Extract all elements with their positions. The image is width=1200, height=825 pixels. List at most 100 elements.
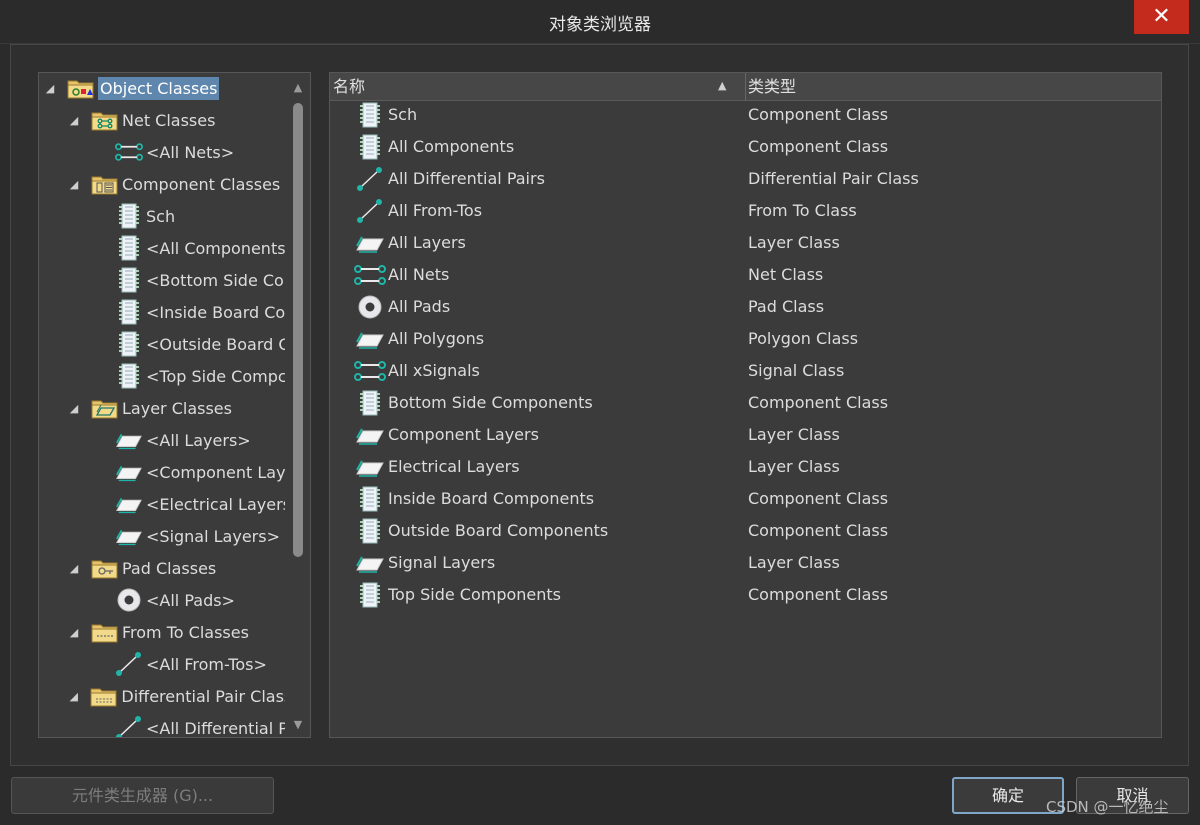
diffpair-icon: [354, 167, 386, 191]
expand-toggle-icon[interactable]: ◢: [67, 690, 80, 703]
layer-icon: [354, 455, 386, 479]
tree-item[interactable]: <All Differential Pa: [115, 713, 285, 737]
net-icon: [115, 140, 143, 164]
tree-item[interactable]: <All Components: [115, 233, 285, 263]
class-tree[interactable]: ▲ ▼ ◢ Object Classes ◢ Net Classes <All Ne…: [38, 72, 311, 738]
layer-icon: [354, 423, 386, 447]
class-name: All Layers: [388, 233, 466, 252]
expand-toggle-icon[interactable]: ◢: [67, 402, 81, 415]
component-icon: [115, 299, 143, 325]
class-type: Signal Class: [748, 361, 845, 380]
tree-item[interactable]: <All Nets>: [115, 137, 285, 167]
tree-item[interactable]: <Outside Board C: [115, 329, 285, 359]
title-bar: 对象类浏览器 ✕: [0, 0, 1200, 44]
component-icon: [115, 235, 143, 261]
list-row[interactable]: All Differential Pairs Differential Pair …: [330, 163, 1161, 195]
close-button[interactable]: ✕: [1134, 0, 1189, 34]
class-type: Layer Class: [748, 553, 840, 572]
tree-item[interactable]: Sch: [115, 201, 285, 231]
list-row[interactable]: All Polygons Polygon Class: [330, 323, 1161, 355]
tree-item[interactable]: <Top Side Compc: [115, 361, 285, 391]
list-row[interactable]: All Components Component Class: [330, 131, 1161, 163]
class-generator-button[interactable]: 元件类生成器 (G)...: [11, 777, 274, 814]
component-icon: [354, 582, 386, 608]
tree-item[interactable]: <All Pads>: [115, 585, 285, 615]
list-row[interactable]: All Layers Layer Class: [330, 227, 1161, 259]
class-name: Component Layers: [388, 425, 539, 444]
net-icon: [354, 359, 386, 383]
fromto-icon: [354, 199, 386, 223]
tree-item[interactable]: <Bottom Side Cor: [115, 265, 285, 295]
tree-group[interactable]: ◢ Layer Classes: [67, 393, 285, 423]
class-name: All xSignals: [388, 361, 480, 380]
list-row[interactable]: Component Layers Layer Class: [330, 419, 1161, 451]
layer-icon: [354, 231, 386, 255]
tree-item-label: <All Pads>: [146, 590, 235, 610]
scroll-down-icon[interactable]: ▼: [292, 718, 304, 731]
net-icon: [354, 263, 386, 287]
class-name: Inside Board Components: [388, 489, 595, 508]
tree-item-label: <Bottom Side Cor: [146, 270, 285, 290]
class-type: Pad Class: [748, 297, 825, 316]
tree-item-label: Layer Classes: [122, 398, 232, 418]
expand-toggle-icon[interactable]: ◢: [67, 562, 81, 575]
tree-group[interactable]: ◢ Net Classes: [67, 105, 285, 135]
list-row[interactable]: All Pads Pad Class: [330, 291, 1161, 323]
scroll-thumb[interactable]: [293, 103, 303, 557]
list-row[interactable]: Outside Board Components Component Class: [330, 515, 1161, 547]
list-row[interactable]: Bottom Side Components Component Class: [330, 387, 1161, 419]
column-header-type[interactable]: 类类型: [748, 73, 796, 101]
pad-icon: [354, 295, 386, 319]
layer-classes-folder-icon: [91, 396, 119, 420]
tree-item-label: From To Classes: [122, 622, 249, 642]
tree-group[interactable]: ◢ Component Classes: [67, 169, 285, 199]
expand-toggle-icon[interactable]: ◢: [43, 82, 57, 95]
list-row[interactable]: Inside Board Components Component Class: [330, 483, 1161, 515]
scroll-up-icon[interactable]: ▲: [292, 81, 304, 94]
expand-toggle-icon[interactable]: ◢: [67, 114, 81, 127]
tree-group[interactable]: ◢ From To Classes: [67, 617, 285, 647]
list-row[interactable]: Sch Component Class: [330, 99, 1161, 131]
tree-item[interactable]: <Inside Board Coi: [115, 297, 285, 327]
class-type: From To Class: [748, 201, 857, 220]
list-row[interactable]: All xSignals Signal Class: [330, 355, 1161, 387]
tree-item[interactable]: <All From-Tos>: [115, 649, 285, 679]
class-name: All Differential Pairs: [388, 169, 545, 188]
class-type: Component Class: [748, 137, 889, 156]
class-name: All Polygons: [388, 329, 485, 348]
list-row[interactable]: Signal Layers Layer Class: [330, 547, 1161, 579]
class-name: Bottom Side Components: [388, 393, 593, 412]
tree-item-label: Component Classes: [122, 174, 281, 194]
tree-item-object-classes[interactable]: ◢ Object Classes: [43, 73, 285, 103]
expand-toggle-icon[interactable]: ◢: [67, 626, 81, 639]
column-header-name[interactable]: 名称: [330, 73, 746, 101]
tree-item-label: <Electrical Layers:: [146, 494, 285, 514]
tree-item-label: Net Classes: [122, 110, 216, 130]
class-list[interactable]: 名称 ▲ 类类型 Sch Component Class All Component…: [329, 72, 1162, 738]
list-row[interactable]: All Nets Net Class: [330, 259, 1161, 291]
component-icon: [354, 390, 386, 416]
window-title: 对象类浏览器: [549, 15, 651, 35]
tree-group[interactable]: ◢ Differential Pair Class: [67, 681, 285, 711]
layer-icon: [115, 460, 143, 484]
tree-item[interactable]: <Signal Layers>: [115, 521, 285, 551]
list-row[interactable]: All From-Tos From To Class: [330, 195, 1161, 227]
tree-item-label: <Inside Board Coi: [146, 302, 285, 322]
tree-item-label: <Outside Board C: [146, 334, 285, 354]
class-type: Component Class: [748, 585, 889, 604]
expand-toggle-icon[interactable]: ◢: [67, 178, 81, 191]
tree-scrollbar[interactable]: ▲ ▼: [292, 81, 304, 731]
tree-item[interactable]: <Component Laye: [115, 457, 285, 487]
list-row[interactable]: Electrical Layers Layer Class: [330, 451, 1161, 483]
tree-group[interactable]: ◢ Pad Classes: [67, 553, 285, 583]
tree-item-label: <Top Side Compc: [146, 366, 285, 386]
class-name: Electrical Layers: [388, 457, 520, 476]
tree-item-label: Differential Pair Class: [121, 686, 285, 706]
tree-item[interactable]: <Electrical Layers:: [115, 489, 285, 519]
fromto-icon: [115, 652, 143, 676]
tree-item[interactable]: <All Layers>: [115, 425, 285, 455]
class-type: Component Class: [748, 105, 889, 124]
component-icon: [354, 518, 386, 544]
list-row[interactable]: Top Side Components Component Class: [330, 579, 1161, 611]
pad-icon: [115, 588, 143, 612]
